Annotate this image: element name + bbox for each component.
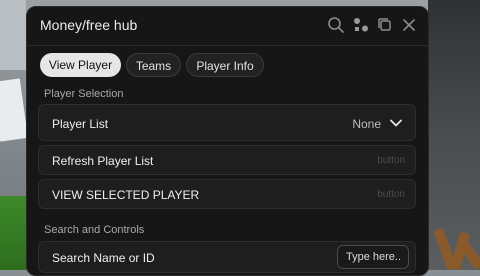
shapes-icon[interactable]: [352, 16, 370, 34]
tab-player-info[interactable]: Player Info: [186, 53, 264, 77]
tab-view-player[interactable]: View Player: [40, 53, 121, 77]
window-title: Money/free hub: [40, 17, 138, 33]
section-label-search-controls: Search and Controls: [44, 224, 145, 236]
hub-window: Money/free hub View Player Teams Player …: [26, 6, 429, 276]
section-label-player-selection: Player Selection: [44, 88, 124, 100]
dropdown-label: Player List: [52, 117, 109, 131]
view-selected-player-button[interactable]: VIEW SELECTED PLAYER button: [38, 179, 416, 209]
background-block: [0, 0, 26, 70]
search-label: Search Name or ID: [52, 251, 155, 265]
search-row: Search Name or ID: [38, 241, 416, 273]
tab-teams[interactable]: Teams: [126, 53, 181, 77]
search-icon[interactable]: [327, 16, 345, 34]
view-label: VIEW SELECTED PLAYER: [52, 188, 200, 202]
minimize-icon[interactable]: [376, 16, 394, 34]
search-input[interactable]: [337, 245, 409, 269]
dropdown-value: None: [352, 117, 381, 131]
close-icon[interactable]: [400, 16, 418, 34]
refresh-player-list-button[interactable]: Refresh Player List button: [38, 145, 416, 175]
refresh-label: Refresh Player List: [52, 154, 154, 168]
titlebar: Money/free hub: [27, 7, 428, 46]
button-hint: button: [377, 189, 405, 200]
chevron-down-icon: [389, 116, 403, 135]
player-list-dropdown[interactable]: Player List None: [38, 104, 416, 141]
button-hint: button: [377, 155, 405, 166]
